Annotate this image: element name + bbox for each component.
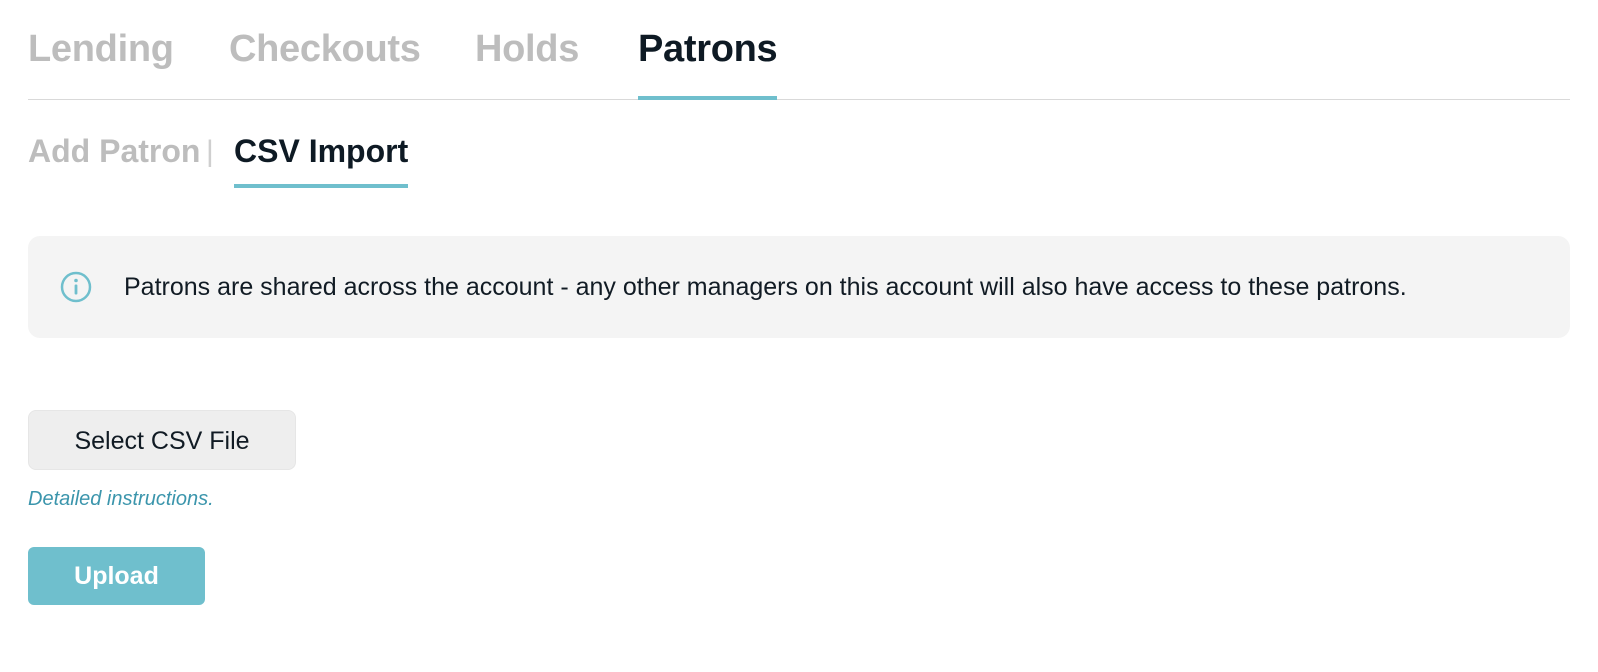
- page: Lending Checkouts Holds Patrons Add Patr…: [0, 0, 1598, 672]
- tab-patrons[interactable]: Patrons: [638, 26, 778, 100]
- tab-checkouts[interactable]: Checkouts: [229, 26, 421, 100]
- subtab-csv-import[interactable]: CSV Import: [234, 132, 409, 188]
- select-csv-file-button[interactable]: Select CSV File: [28, 410, 296, 470]
- sub-tab-bar: Add Patron | CSV Import: [28, 128, 828, 188]
- info-message: Patrons are shared across the account - …: [124, 273, 1407, 301]
- info-icon: [60, 271, 92, 303]
- main-tab-bar: Lending Checkouts Holds Patrons: [28, 0, 1570, 100]
- upload-button[interactable]: Upload: [28, 547, 205, 605]
- info-banner: Patrons are shared across the account - …: [28, 236, 1570, 338]
- subtab-add-patron[interactable]: Add Patron: [28, 132, 200, 188]
- subtab-separator: |: [206, 135, 214, 168]
- tab-holds[interactable]: Holds: [475, 26, 579, 100]
- detailed-instructions-link[interactable]: Detailed instructions.: [28, 486, 214, 512]
- tab-lending[interactable]: Lending: [28, 26, 174, 100]
